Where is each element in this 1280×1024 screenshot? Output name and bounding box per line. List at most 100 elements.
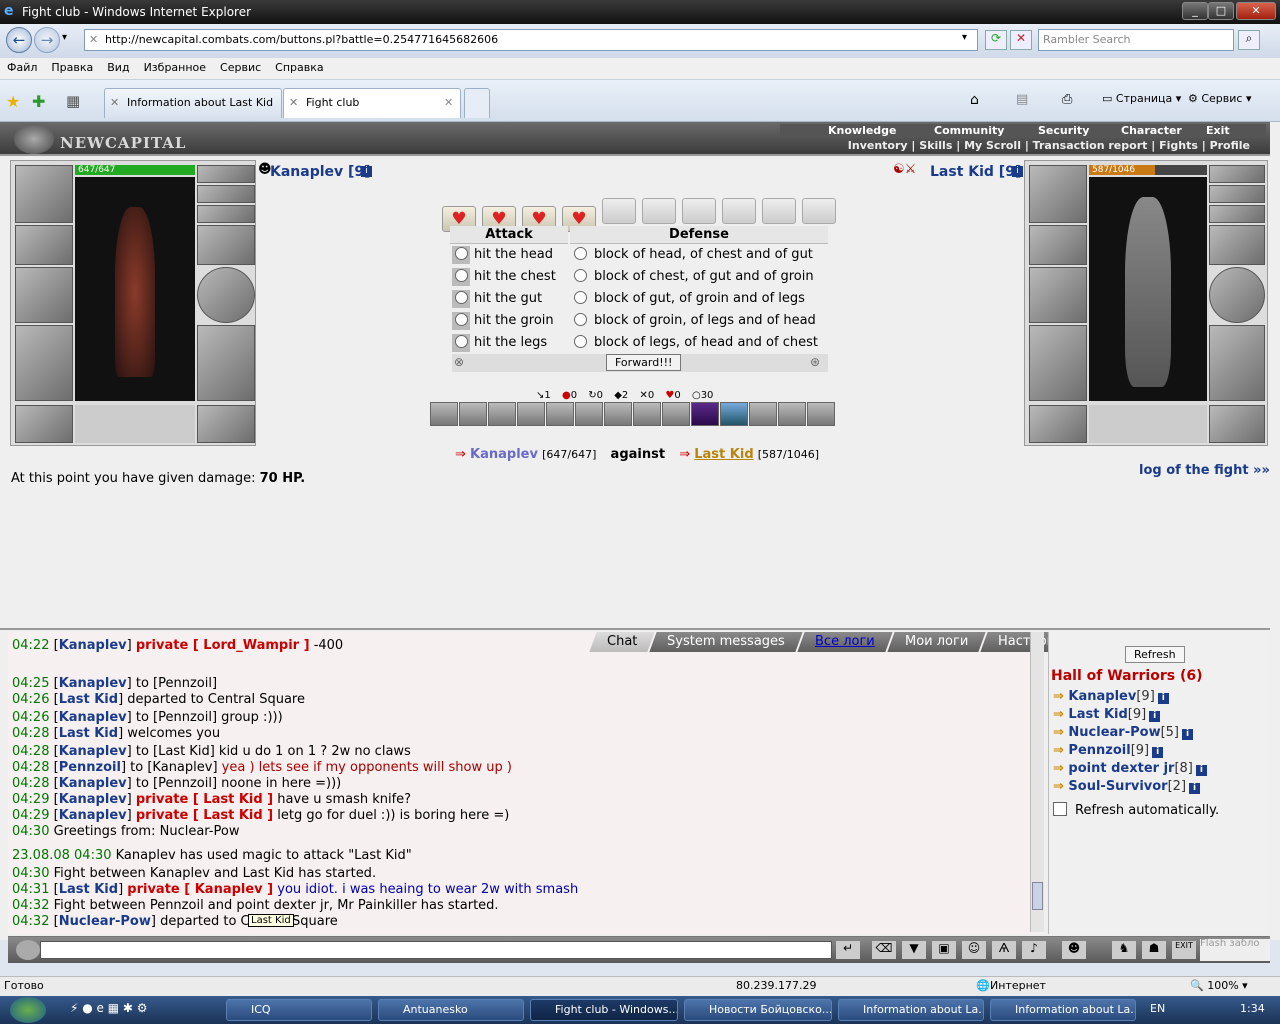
- warrior-info-icon[interactable]: i: [1157, 693, 1169, 704]
- tab-chat[interactable]: Chat: [589, 632, 656, 652]
- chat-time[interactable]: 04:29: [12, 792, 49, 807]
- defense-option-5[interactable]: block of legs, of head and of chest: [574, 332, 830, 354]
- enemy-belt-slot-icon[interactable]: [1029, 405, 1087, 443]
- warrior-item[interactable]: ⇒ Nuclear-Pow[5] i: [1053, 724, 1207, 742]
- page-menu[interactable]: ▭ Страница ▾: [1102, 92, 1181, 105]
- attack-option-gut[interactable]: hit the gut: [452, 288, 570, 310]
- enemy-weapon-slot-icon[interactable]: [1029, 267, 1087, 323]
- chat-time[interactable]: 04:28: [12, 726, 49, 741]
- armor-slot-icon[interactable]: [15, 325, 73, 401]
- menu-file[interactable]: Файл: [0, 58, 44, 77]
- tab-system-messages[interactable]: System messages: [649, 632, 803, 652]
- quicklaunch-icons[interactable]: ⚡ ● e ▦ ✱ ⚙: [70, 1001, 148, 1015]
- bracers-slot-icon[interactable]: [15, 225, 73, 265]
- warrior-name[interactable]: Last Kid: [1068, 707, 1127, 722]
- enemy-info-icon[interactable]: i: [1012, 166, 1023, 177]
- spell-2-icon[interactable]: [459, 402, 487, 426]
- save-icon[interactable]: ▣: [932, 941, 956, 959]
- attack-option-chest[interactable]: hit the chest: [452, 266, 570, 288]
- invite-icon[interactable]: ⇒: [1053, 743, 1068, 758]
- spell-10-icon[interactable]: [691, 402, 719, 426]
- warrior-name[interactable]: Pennzoil: [1068, 743, 1130, 758]
- taskbar-item-fight-club[interactable]: Fight club - Windows...: [530, 999, 678, 1021]
- chat-recipient[interactable]: to [Kanaplev]: [130, 760, 217, 775]
- tools-menu[interactable]: ⚙ Сервис ▾: [1188, 92, 1252, 105]
- invite-icon[interactable]: ⇒: [1053, 761, 1068, 776]
- menu-edit[interactable]: Правка: [44, 58, 100, 77]
- warrior-item[interactable]: ⇒ Pennzoil[9] i: [1053, 742, 1207, 760]
- chat-sender[interactable]: Last Kid: [59, 692, 118, 707]
- chat-recipient[interactable]: private [ Last Kid ]: [136, 792, 273, 807]
- taskbar-item-news[interactable]: Новости Бойцовско...: [684, 999, 832, 1021]
- rings-slot-icon[interactable]: [197, 205, 255, 223]
- spell-3-icon[interactable]: [488, 402, 516, 426]
- defense-option-2[interactable]: block of chest, of gut and of groin: [574, 266, 830, 288]
- shield-slot-icon[interactable]: [197, 267, 255, 323]
- nav-profile[interactable]: Profile: [1210, 139, 1250, 152]
- chat-time[interactable]: 04:26: [12, 692, 49, 707]
- chat-recipient[interactable]: to [Pennzoil]: [136, 676, 217, 691]
- invite-icon[interactable]: ⇒: [1053, 707, 1068, 722]
- chat-sender[interactable]: Kanaplev: [59, 710, 127, 725]
- chat-recipient[interactable]: to [Pennzoil]: [136, 710, 217, 725]
- weapon-slot-icon[interactable]: [15, 267, 73, 323]
- player-info-icon[interactable]: i: [361, 166, 372, 177]
- chat-recipient[interactable]: private [ Kanaplev ]: [127, 882, 273, 897]
- chat-recipient[interactable]: private [ Last Kid ]: [136, 808, 273, 823]
- address-input[interactable]: ✕ http://newcapital.combats.com/buttons.…: [84, 29, 978, 51]
- enemy-name[interactable]: Last Kid [9]: [930, 164, 1021, 180]
- chat-sender[interactable]: Kanaplev: [59, 808, 127, 823]
- tab-information-about-last-kid[interactable]: ✕ Information about Last Kid: [104, 88, 282, 118]
- clear-icon[interactable]: ⌫: [872, 941, 896, 959]
- language-indicator[interactable]: EN: [1150, 1002, 1165, 1015]
- chat-time[interactable]: 04:32: [12, 898, 49, 913]
- quick-tabs-icon[interactable]: ▦: [66, 92, 80, 110]
- chat-sender[interactable]: Last Kid: [59, 726, 118, 741]
- search-icon[interactable]: ⌕: [1238, 30, 1260, 50]
- zoom-level[interactable]: 🔍 100% ▾: [1190, 977, 1248, 995]
- warrior-info-icon[interactable]: i: [1182, 729, 1194, 740]
- chat-sender[interactable]: Kanaplev: [59, 676, 127, 691]
- chat-time[interactable]: 04:28: [12, 760, 49, 775]
- stop-icon[interactable]: ✕: [1010, 30, 1032, 50]
- url-dropdown-icon[interactable]: ▾: [962, 32, 967, 43]
- nav-knowledge[interactable]: Knowledge: [828, 124, 897, 137]
- emoticon-icon[interactable]: ☻: [1062, 941, 1086, 959]
- chat-time[interactable]: 04:32: [12, 914, 49, 929]
- forward-button[interactable]: Forward!!!: [606, 354, 682, 371]
- nav-transaction-report[interactable]: Transaction report: [1033, 139, 1148, 152]
- warrior-item[interactable]: ⇒ Last Kid[9] i: [1053, 706, 1207, 724]
- chat-time[interactable]: 04:25: [12, 676, 49, 691]
- warrior-item[interactable]: ⇒ Kanaplev[9] i: [1053, 688, 1207, 706]
- nav-inventory[interactable]: Inventory: [848, 139, 908, 152]
- enemy-pants-slot-icon[interactable]: [1209, 325, 1265, 401]
- menu-favorites[interactable]: Избранное: [137, 58, 213, 77]
- chat-recipient[interactable]: private [ Lord_Wampir ]: [136, 638, 310, 653]
- belt-slot-icon[interactable]: [15, 405, 73, 443]
- spell-9-icon[interactable]: [662, 402, 690, 426]
- boots-slot-icon[interactable]: [197, 405, 255, 443]
- refresh-button[interactable]: Refresh: [1125, 646, 1185, 663]
- refresh-icon[interactable]: ⟳: [985, 30, 1007, 50]
- minimize-button[interactable]: _: [1182, 2, 1208, 20]
- tab-my-logs[interactable]: Мои логи: [887, 632, 986, 652]
- menu-tools[interactable]: Сервис: [213, 58, 268, 77]
- spell-13-icon[interactable]: [778, 402, 806, 426]
- chat-smile-icon[interactable]: [16, 940, 40, 960]
- tab-fight-club[interactable]: ✕ Fight club ✕: [283, 88, 461, 118]
- chat-sender[interactable]: Last Kid: [59, 882, 118, 897]
- close-tab-icon[interactable]: ✕: [444, 89, 453, 117]
- users-icon[interactable]: ☗: [1142, 941, 1166, 959]
- walk-icon[interactable]: ☺: [962, 941, 986, 959]
- spell-12-icon[interactable]: [749, 402, 777, 426]
- chat-sender[interactable]: Nuclear-Pow: [59, 914, 151, 929]
- menu-help[interactable]: Справка: [268, 58, 330, 77]
- warrior-info-icon[interactable]: i: [1195, 765, 1207, 776]
- pants-slot-icon[interactable]: [197, 325, 255, 401]
- enemy-armor-slot-icon[interactable]: [1029, 325, 1087, 401]
- invite-icon[interactable]: ⇒: [1053, 779, 1068, 794]
- chat-sender[interactable]: Kanaplev: [59, 776, 127, 791]
- chat-time[interactable]: 04:30: [12, 824, 49, 839]
- player-name[interactable]: Kanaplev [9]: [270, 164, 371, 180]
- vs-enemy-name[interactable]: Last Kid: [694, 447, 753, 462]
